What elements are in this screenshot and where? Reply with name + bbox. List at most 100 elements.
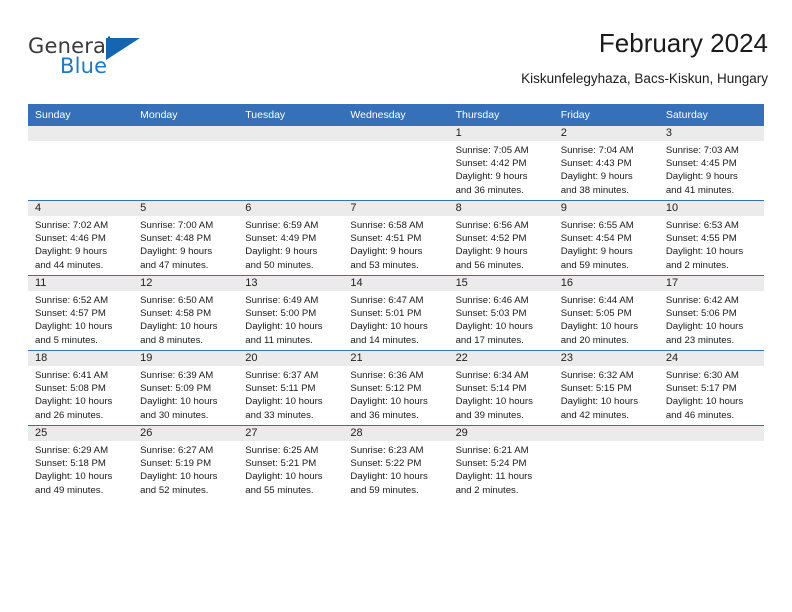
day-cell[interactable]: 21 Sunrise: 6:36 AM Sunset: 5:12 PM Dayligh… [343, 350, 449, 426]
day-details [554, 441, 659, 444]
daylight-line-1: Daylight: 10 hours [560, 396, 639, 408]
day-cell[interactable]: 6 Sunrise: 6:59 AM Sunset: 4:49 PM Daylight… [238, 200, 344, 276]
day-cell[interactable]: 13 Sunrise: 6:49 AM Sunset: 5:00 PM Dayligh… [238, 275, 344, 351]
sunrise-line: Sunrise: 6:52 AM [35, 295, 109, 306]
day-cell[interactable]: 27 Sunrise: 6:25 AM Sunset: 5:21 PM Dayligh… [238, 425, 344, 500]
daylight-line-1: Daylight: 10 hours [245, 471, 323, 483]
sunset-line: Sunset: 5:09 PM [140, 383, 212, 395]
day-cell[interactable]: 22 Sunrise: 6:34 AM Sunset: 5:14 PM Dayligh… [448, 350, 554, 426]
daylight-line-1: Daylight: 10 hours [140, 471, 218, 483]
day-details: Sunrise: 6:44 AM Sunset: 5:05 PM Daylight:… [554, 291, 659, 347]
sunrise-line: Sunrise: 6:41 AM [35, 370, 109, 381]
daylight-line-2: and 38 minutes. [560, 184, 629, 196]
day-details: Sunrise: 6:27 AM Sunset: 5:19 PM Daylight:… [133, 441, 238, 497]
sunrise-line: Sunrise: 6:49 AM [245, 295, 319, 306]
day-cell[interactable]: 7 Sunrise: 6:58 AM Sunset: 4:51 PM Daylight… [343, 200, 449, 276]
day-cell[interactable]: 18 Sunrise: 6:41 AM Sunset: 5:08 PM Dayligh… [28, 350, 134, 426]
day-number: 3 [658, 126, 764, 141]
sunrise-line: Sunrise: 6:47 AM [350, 295, 424, 306]
daylight-line-1: Daylight: 9 hours [665, 171, 738, 183]
weekday-header-wednesday: Wednesday [343, 104, 449, 126]
day-number [343, 126, 449, 141]
day-number: 21 [343, 351, 449, 366]
day-cell[interactable] [658, 425, 764, 500]
daylight-line-2: and 46 minutes. [665, 409, 735, 421]
day-cell[interactable]: 17 Sunrise: 6:42 AM Sunset: 5:06 PM Dayligh… [658, 275, 764, 351]
sunrise-line: Sunrise: 6:39 AM [140, 370, 214, 381]
day-cell[interactable]: 2 Sunrise: 7:04 AM Sunset: 4:43 PM Daylight… [553, 126, 659, 201]
day-details: Sunrise: 6:47 AM Sunset: 5:01 PM Daylight:… [343, 291, 448, 347]
day-cell[interactable]: 5 Sunrise: 7:00 AM Sunset: 4:48 PM Daylight… [133, 200, 239, 276]
daylight-line-1: Daylight: 10 hours [245, 396, 323, 408]
day-cell[interactable]: 4 Sunrise: 7:02 AM Sunset: 4:46 PM Daylight… [28, 200, 134, 276]
day-cell[interactable]: 8 Sunrise: 6:56 AM Sunset: 4:52 PM Daylight… [448, 200, 554, 276]
title-block: February 2024 Kiskunfelegyhaza, Bacs-Kis… [521, 28, 768, 88]
day-cell[interactable]: 1 Sunrise: 7:05 AM Sunset: 4:42 PM Daylight… [448, 126, 554, 201]
day-cell[interactable]: 23 Sunrise: 6:32 AM Sunset: 5:15 PM Dayligh… [553, 350, 659, 426]
day-cell[interactable] [133, 126, 239, 201]
day-details [238, 141, 343, 144]
day-number: 24 [658, 351, 764, 366]
day-cell[interactable]: 24 Sunrise: 6:30 AM Sunset: 5:17 PM Dayligh… [658, 350, 764, 426]
sunrise-line: Sunrise: 6:36 AM [350, 370, 424, 381]
day-number: 2 [553, 126, 659, 141]
day-cell[interactable]: 25 Sunrise: 6:29 AM Sunset: 5:18 PM Dayligh… [28, 425, 134, 500]
calendar-page: General Blue February 2024 Kiskunfelegyh… [0, 0, 792, 612]
day-cell[interactable]: 14 Sunrise: 6:47 AM Sunset: 5:01 PM Dayligh… [343, 275, 449, 351]
sunset-line: Sunset: 5:18 PM [35, 458, 106, 470]
day-cell[interactable] [553, 425, 659, 500]
daylight-line-1: Daylight: 11 hours [455, 471, 533, 483]
day-cell[interactable]: 20 Sunrise: 6:37 AM Sunset: 5:11 PM Dayligh… [238, 350, 344, 426]
day-cell[interactable] [238, 126, 344, 201]
daylight-line-1: Daylight: 9 hours [455, 171, 528, 183]
day-details: Sunrise: 6:39 AM Sunset: 5:09 PM Daylight:… [133, 366, 238, 422]
daylight-line-2: and 49 minutes. [35, 484, 104, 496]
day-cell[interactable]: 26 Sunrise: 6:27 AM Sunset: 5:19 PM Dayligh… [133, 425, 239, 500]
daylight-line-2: and 11 minutes. [245, 334, 313, 346]
daylight-line-2: and 17 minutes. [455, 334, 524, 346]
sunrise-line: Sunrise: 6:37 AM [245, 370, 319, 381]
sunrise-line: Sunrise: 6:50 AM [140, 295, 214, 306]
day-cell[interactable]: 11 Sunrise: 6:52 AM Sunset: 4:57 PM Dayligh… [28, 275, 134, 351]
daylight-line-2: and 52 minutes. [140, 484, 209, 496]
day-number: 8 [448, 201, 554, 216]
day-cell[interactable] [28, 126, 134, 201]
day-details: Sunrise: 6:32 AM Sunset: 5:15 PM Daylight:… [554, 366, 659, 422]
day-number: 5 [133, 201, 239, 216]
day-details: Sunrise: 6:56 AM Sunset: 4:52 PM Daylight:… [449, 216, 554, 272]
sunset-line: Sunset: 5:03 PM [455, 308, 527, 320]
sunrise-line: Sunrise: 6:32 AM [560, 370, 634, 381]
day-cell[interactable]: 15 Sunrise: 6:46 AM Sunset: 5:03 PM Dayligh… [448, 275, 554, 351]
sunset-line: Sunset: 4:57 PM [35, 308, 106, 320]
daylight-line-2: and 2 minutes. [455, 484, 519, 496]
day-cell[interactable]: 19 Sunrise: 6:39 AM Sunset: 5:09 PM Dayligh… [133, 350, 239, 426]
daylight-line-1: Daylight: 9 hours [140, 246, 213, 258]
day-cell[interactable]: 28 Sunrise: 6:23 AM Sunset: 5:22 PM Dayligh… [343, 425, 449, 500]
day-cell[interactable]: 12 Sunrise: 6:50 AM Sunset: 4:58 PM Dayligh… [133, 275, 239, 351]
day-cell[interactable]: 3 Sunrise: 7:03 AM Sunset: 4:45 PM Daylight… [658, 126, 764, 201]
day-number: 23 [553, 351, 659, 366]
day-cell[interactable]: 16 Sunrise: 6:44 AM Sunset: 5:05 PM Dayligh… [553, 275, 659, 351]
sunrise-line: Sunrise: 7:02 AM [35, 220, 109, 231]
sunrise-line: Sunrise: 6:29 AM [35, 445, 109, 456]
sunset-line: Sunset: 5:15 PM [560, 383, 632, 395]
day-details [28, 141, 133, 144]
sunset-line: Sunset: 4:48 PM [140, 233, 212, 245]
day-number: 20 [238, 351, 344, 366]
daylight-line-1: Daylight: 10 hours [140, 396, 218, 408]
day-number: 11 [28, 276, 134, 291]
day-details: Sunrise: 7:00 AM Sunset: 4:48 PM Daylight:… [133, 216, 238, 272]
sunrise-line: Sunrise: 6:34 AM [455, 370, 529, 381]
day-cell[interactable] [343, 126, 449, 201]
daylight-line-1: Daylight: 10 hours [455, 321, 533, 333]
daylight-line-1: Daylight: 10 hours [665, 321, 744, 333]
daylight-line-1: Daylight: 10 hours [560, 321, 639, 333]
day-details: Sunrise: 6:36 AM Sunset: 5:12 PM Daylight:… [343, 366, 448, 422]
day-details [133, 141, 238, 144]
sunrise-line: Sunrise: 6:55 AM [560, 220, 634, 231]
day-cell[interactable]: 29 Sunrise: 6:21 AM Sunset: 5:24 PM Dayligh… [448, 425, 554, 500]
sunrise-line: Sunrise: 7:04 AM [560, 145, 634, 156]
day-cell[interactable]: 9 Sunrise: 6:55 AM Sunset: 4:54 PM Daylight… [553, 200, 659, 276]
sunset-line: Sunset: 5:14 PM [455, 383, 527, 395]
day-cell[interactable]: 10 Sunrise: 6:53 AM Sunset: 4:55 PM Dayligh… [658, 200, 764, 276]
